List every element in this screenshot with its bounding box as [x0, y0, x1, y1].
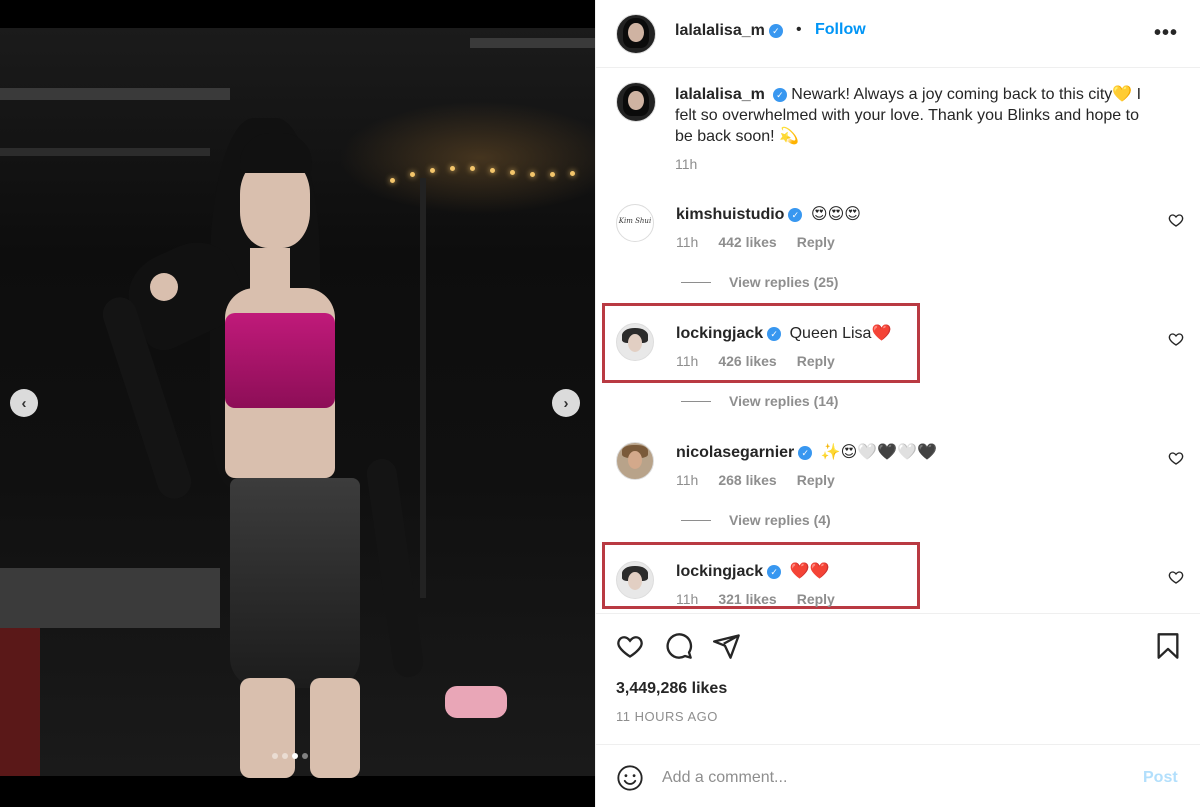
comment-time[interactable]: 11h: [676, 591, 698, 607]
carousel-dot: [282, 753, 288, 759]
comment-input[interactable]: [662, 764, 1122, 792]
comment-text: Queen Lisa❤️: [789, 325, 892, 342]
carousel-next-button[interactable]: ›: [552, 389, 580, 417]
share-icon[interactable]: [713, 632, 741, 660]
comment-likes[interactable]: 321 likes: [718, 591, 776, 607]
verified-icon: ✓: [767, 327, 782, 341]
heart-icon[interactable]: [1168, 331, 1184, 347]
divider: [596, 744, 1200, 745]
comment-likes[interactable]: 426 likes: [718, 353, 776, 369]
comment-text: ❤️❤️: [789, 563, 830, 580]
view-replies-button[interactable]: View replies (4): [681, 512, 831, 528]
post-timestamp[interactable]: 11 HOURS AGO: [616, 709, 718, 724]
follow-button[interactable]: Follow: [815, 21, 866, 39]
post-header: lalalalisa_m ✓ • Follow •••: [596, 0, 1200, 68]
divider: [596, 613, 1200, 614]
caption-avatar[interactable]: [616, 82, 656, 122]
comment-text: 😍😍😍: [810, 206, 861, 223]
carousel-prev-button[interactable]: ‹: [10, 389, 38, 417]
comment-likes[interactable]: 442 likes: [718, 234, 776, 250]
author-avatar[interactable]: [616, 14, 656, 54]
verified-icon: ✓: [788, 208, 803, 222]
comment-time[interactable]: 11h: [676, 353, 698, 369]
verified-icon: ✓: [798, 446, 813, 460]
post-panel: lalalalisa_m ✓ • Follow ••• lalalalisa_m ✓…: [595, 0, 1200, 807]
comment-username[interactable]: lockingjack: [676, 325, 763, 342]
reply-button[interactable]: Reply: [797, 472, 835, 488]
heart-icon[interactable]: [1168, 450, 1184, 466]
separator-dot: •: [796, 21, 802, 38]
bookmark-icon[interactable]: [1154, 632, 1182, 660]
comment-username[interactable]: nicolasegarnier: [676, 444, 794, 461]
like-heart-icon[interactable]: [616, 632, 644, 660]
post-comment-button[interactable]: Post: [1143, 769, 1178, 787]
post-photo: [0, 28, 595, 778]
comment-item: lockingjack ✓ Queen Lisa❤️ 11h 426 likes …: [596, 319, 1200, 389]
likes-count[interactable]: 3,449,286 likes: [616, 680, 727, 698]
carousel-indicator: [272, 753, 308, 759]
verified-icon: ✓: [767, 565, 782, 579]
commenter-avatar[interactable]: Kim Shui: [616, 204, 654, 242]
comment-time[interactable]: 11h: [676, 472, 698, 488]
heart-icon[interactable]: [1168, 212, 1184, 228]
comment-icon[interactable]: [665, 632, 693, 660]
caption-username[interactable]: lalalalisa_m: [675, 86, 765, 103]
comment-item: nicolasegarnier ✓ ✨😍🤍🖤🤍🖤 11h 268 likes Re…: [596, 438, 1200, 508]
carousel-dot-active: [292, 753, 298, 759]
verified-icon: ✓: [772, 88, 787, 102]
performer-figure: [90, 118, 507, 778]
comment-time[interactable]: 11h: [676, 234, 698, 250]
comment-username[interactable]: lockingjack: [676, 563, 763, 580]
carousel-dot: [272, 753, 278, 759]
chevron-right-icon: ›: [563, 394, 569, 412]
caption-time[interactable]: 11h: [675, 156, 697, 172]
comment-likes[interactable]: 268 likes: [718, 472, 776, 488]
verified-icon: ✓: [768, 24, 783, 38]
comment-username[interactable]: kimshuistudio: [676, 206, 784, 223]
commenter-avatar[interactable]: [616, 442, 654, 480]
reply-button[interactable]: Reply: [797, 353, 835, 369]
commenter-avatar[interactable]: [616, 323, 654, 361]
comment-text: ✨😍🤍🖤🤍🖤: [820, 444, 938, 461]
post-caption: lalalalisa_m ✓ Newark! Always a joy comin…: [675, 84, 1155, 147]
comment-item: lockingjack ✓ ❤️❤️ 11h 321 likes Reply: [596, 557, 1200, 609]
carousel-dot: [302, 753, 308, 759]
commenter-avatar[interactable]: [616, 561, 654, 599]
reply-button[interactable]: Reply: [797, 234, 835, 250]
more-icon[interactable]: •••: [1154, 22, 1178, 45]
post-media: ‹ ›: [0, 0, 595, 807]
chevron-left-icon: ‹: [21, 394, 27, 412]
heart-icon[interactable]: [1168, 569, 1184, 585]
view-replies-button[interactable]: View replies (25): [681, 274, 838, 290]
author-name[interactable]: lalalalisa_m ✓: [675, 22, 783, 40]
emoji-icon[interactable]: [616, 764, 644, 792]
reply-button[interactable]: Reply: [797, 591, 835, 607]
comment-item: Kim Shui kimshuistudio ✓ 😍😍😍 11h 442 like…: [596, 200, 1200, 270]
view-replies-button[interactable]: View replies (14): [681, 393, 838, 409]
